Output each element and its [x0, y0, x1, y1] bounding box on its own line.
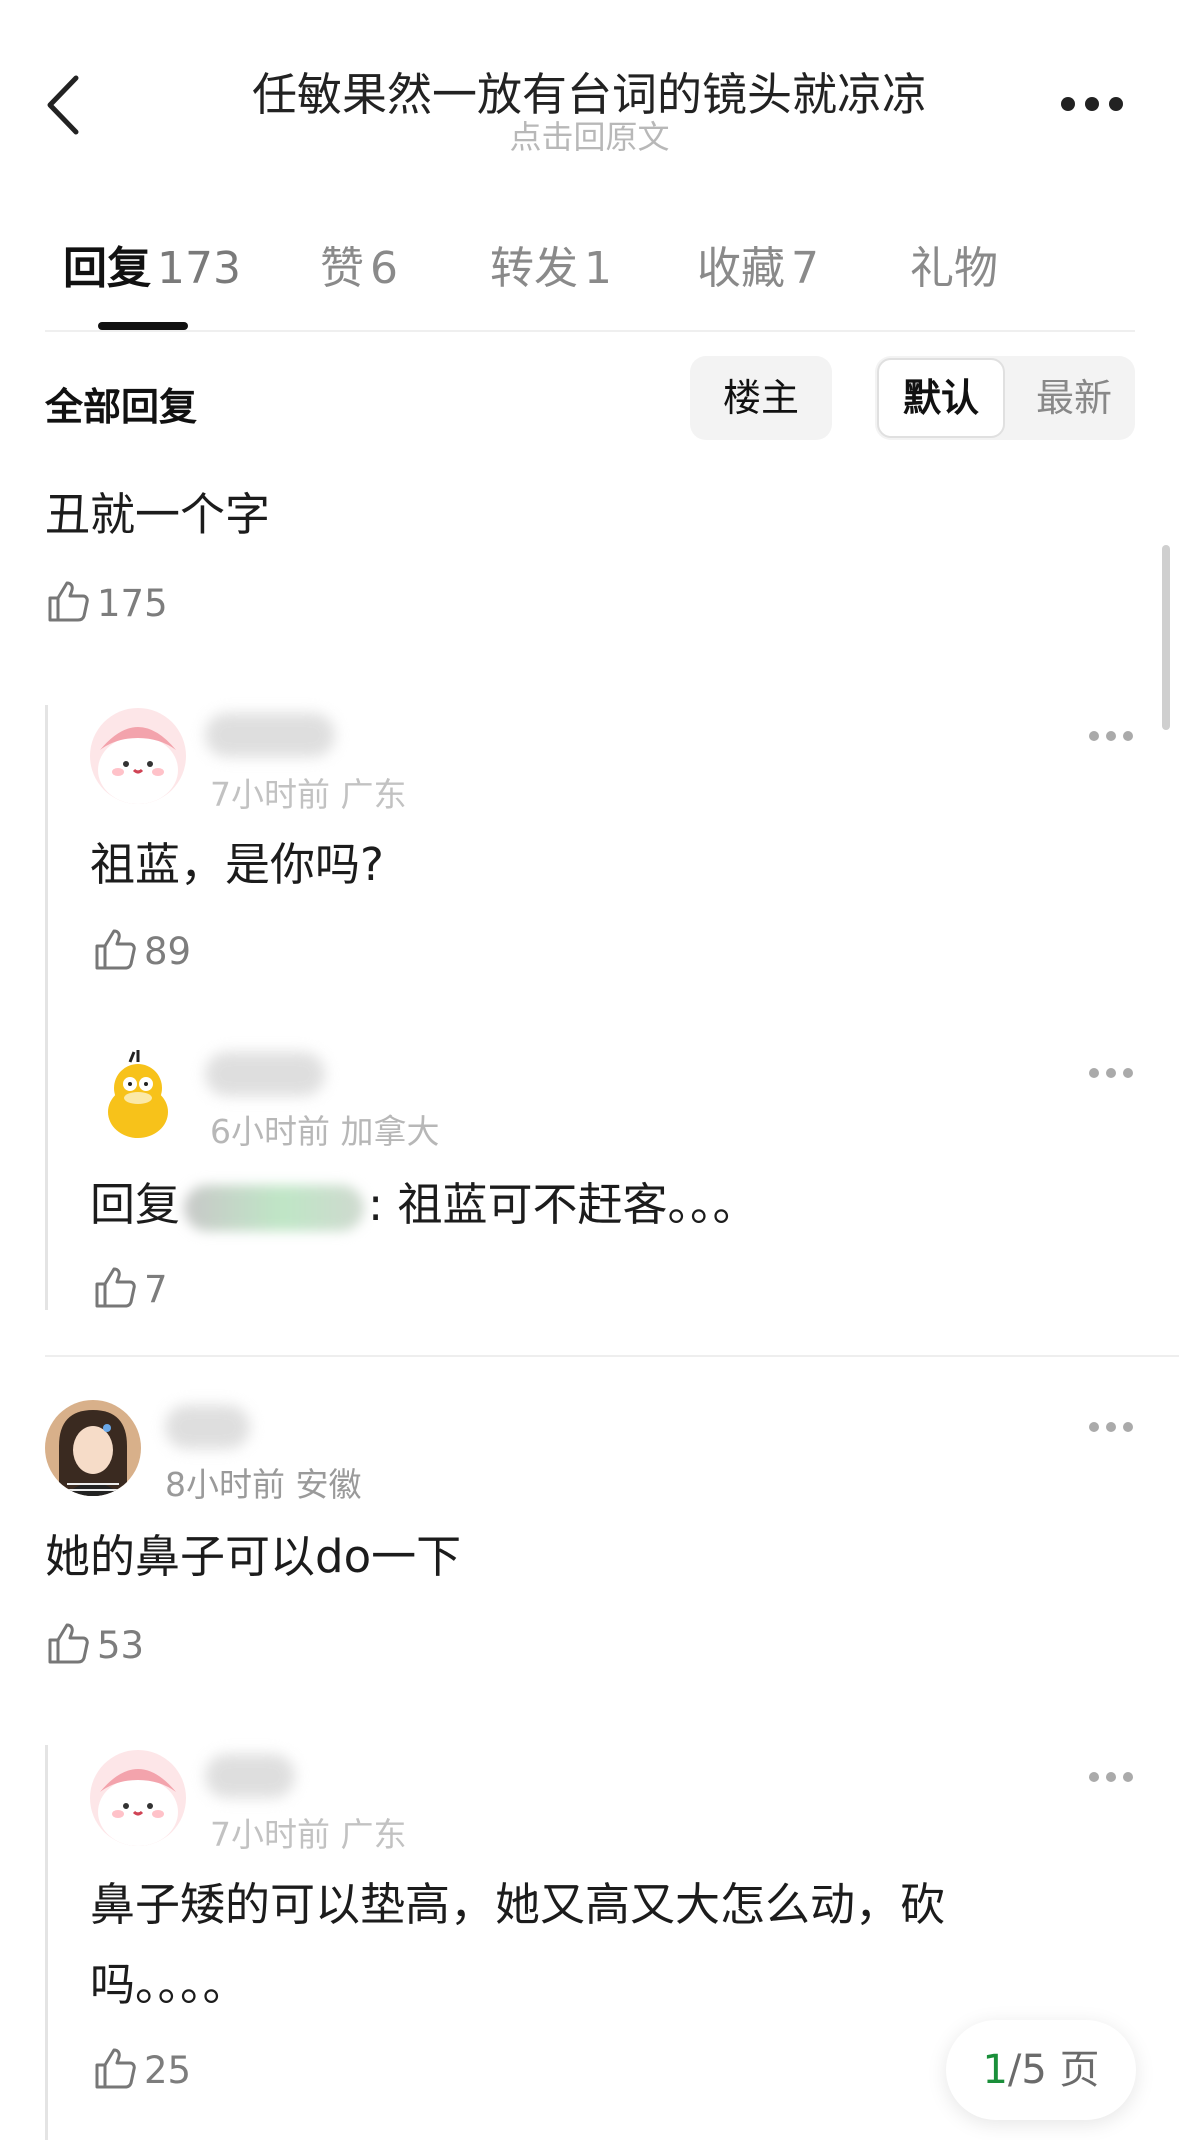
like-button[interactable]: 53 — [45, 1620, 175, 1670]
reply-text: 祖蓝，是你吗? — [90, 838, 384, 891]
reply-meta: 6小时前 加拿大 — [210, 1112, 440, 1151]
username-blurred[interactable] — [205, 1754, 295, 1798]
tab-likes[interactable]: 赞6 — [320, 232, 398, 296]
reply-thread-line — [45, 1745, 48, 2140]
reply-meta: 7小时前 广东 — [210, 775, 407, 814]
thumbs-up-icon — [95, 2048, 136, 2089]
reply-text: 鼻子矮的可以垫高，她又高又大怎么动，砍 — [90, 1878, 946, 1931]
back-to-original-link[interactable]: 点击回原文 — [0, 112, 1179, 158]
all-replies-label: 全部回复 — [45, 385, 198, 429]
active-tab-indicator — [98, 322, 188, 330]
reply-filter-row: 全部回复 楼主 默认 最新 — [45, 356, 1135, 442]
comment-meta: 8小时前 安徽 — [165, 1465, 362, 1504]
thumbs-up-icon — [95, 1267, 136, 1308]
like-count: 53 — [97, 1624, 145, 1667]
sort-default-button[interactable]: 默认 — [877, 358, 1005, 438]
reply-text-row: 回复 : 祖蓝可不赶客。。。 — [90, 1165, 757, 1245]
tab-replies[interactable]: 回复 173 — [63, 232, 241, 296]
reply-text: : 祖蓝可不赶客。。。 — [368, 1178, 758, 1231]
tab-reposts[interactable]: 转发 1 — [490, 232, 612, 296]
comment-divider — [45, 1355, 1179, 1357]
like-button[interactable]: 7 — [92, 1264, 212, 1314]
more-options-icon[interactable] — [1060, 96, 1124, 112]
scrollbar[interactable] — [1162, 545, 1170, 730]
comment-text: 她的鼻子可以do一下 — [45, 1530, 462, 1583]
top-nav-bar: 任敏果然一放有台词的镜头就凉凉 点击回原文 — [0, 0, 1179, 190]
tab-gifts[interactable]: 礼物 — [910, 232, 998, 296]
username-blurred[interactable] — [205, 713, 335, 757]
like-button[interactable]: 175 — [45, 578, 205, 628]
avatar[interactable] — [90, 1750, 186, 1846]
sort-toggle: 默认 最新 — [875, 356, 1135, 440]
like-count: 7 — [144, 1268, 168, 1311]
more-dots-icon[interactable] — [1088, 1768, 1134, 1782]
more-dots-icon[interactable] — [1088, 727, 1134, 741]
username-blurred[interactable] — [165, 1405, 250, 1449]
like-count: 25 — [144, 2049, 192, 2092]
like-button[interactable]: 25 — [92, 2045, 222, 2095]
avatar[interactable] — [45, 1400, 141, 1496]
like-button[interactable]: 89 — [92, 926, 232, 976]
sort-newest-button[interactable]: 最新 — [1015, 356, 1133, 440]
total-pages: /5 页 — [1007, 2047, 1100, 2093]
reply-to-label: 回复 — [90, 1178, 181, 1231]
reply-thread-line — [45, 705, 48, 1310]
thumbs-up-icon — [95, 929, 136, 970]
tab-favorites[interactable]: 收藏 7 — [697, 232, 819, 296]
avatar[interactable] — [90, 1048, 186, 1144]
avatar[interactable] — [90, 708, 186, 804]
current-page: 1 — [982, 2047, 1008, 2093]
like-count: 175 — [97, 582, 168, 625]
thumbs-up-icon — [48, 1623, 89, 1664]
tabs-divider — [45, 330, 1135, 332]
page-indicator[interactable]: 1/5 页 — [946, 2020, 1136, 2120]
like-count: 89 — [144, 930, 192, 973]
reply-text-continued: 吗。。。。 — [90, 1958, 248, 2011]
more-dots-icon[interactable] — [1088, 1064, 1134, 1078]
reply-meta: 7小时前 广东 — [210, 1815, 407, 1854]
comment-text: 丑就一个字 — [45, 488, 271, 541]
interaction-tabs: 回复 173 赞6 转发 1 收藏 7 礼物 — [45, 232, 1135, 332]
mentioned-user-blurred[interactable] — [184, 1185, 365, 1231]
more-dots-icon[interactable] — [1088, 1418, 1134, 1432]
username-blurred[interactable] — [205, 1052, 325, 1096]
op-only-button[interactable]: 楼主 — [690, 356, 832, 440]
thumbs-up-icon — [48, 581, 89, 622]
